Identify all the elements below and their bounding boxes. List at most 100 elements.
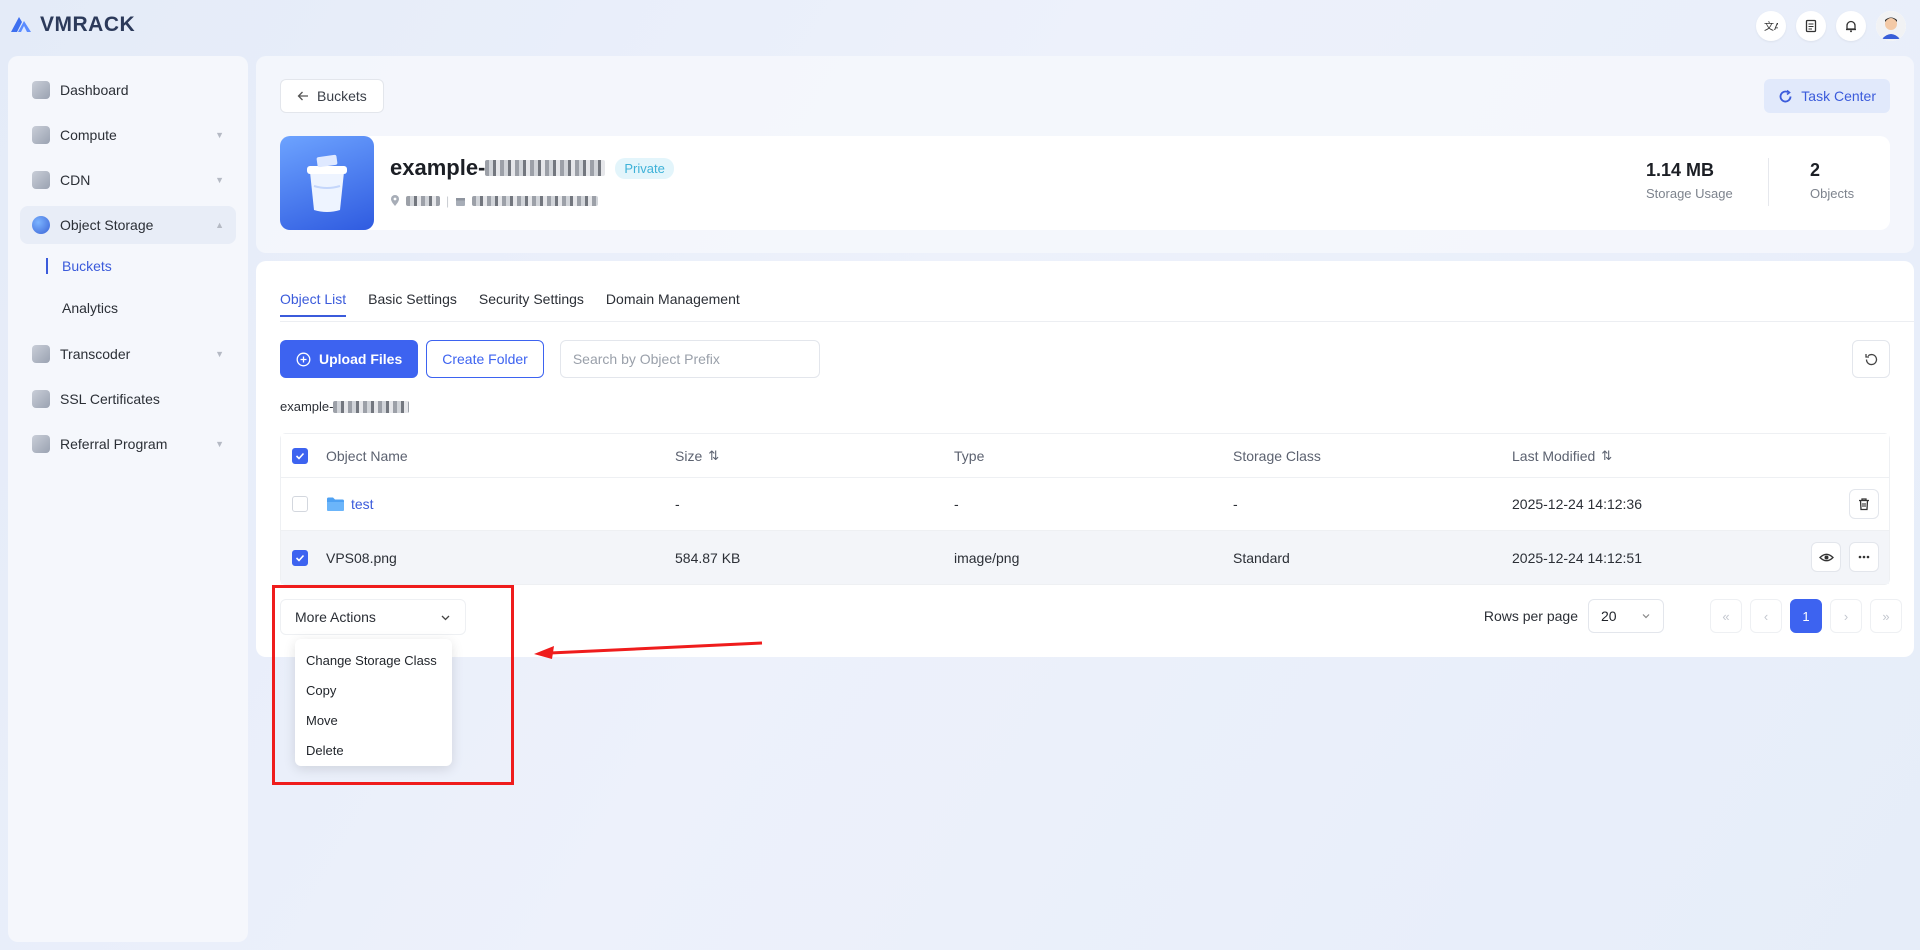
document-icon[interactable]: [1796, 11, 1826, 41]
check-icon: [295, 554, 305, 562]
sidebar-item-referral-program[interactable]: Referral Program ▼: [20, 425, 236, 463]
tabs: Object List Basic Settings Security Sett…: [280, 291, 740, 317]
chevron-down-icon: ▼: [215, 349, 224, 359]
sidebar-item-object-storage[interactable]: Object Storage ▲: [20, 206, 236, 244]
type-cell: image/png: [954, 549, 1020, 566]
delete-row-button[interactable]: [1849, 489, 1879, 519]
row-more-button[interactable]: [1849, 542, 1879, 572]
sort-icon[interactable]: ⇅: [1601, 448, 1612, 464]
sidebar-item-transcoder[interactable]: Transcoder ▼: [20, 335, 236, 373]
chevron-up-icon: ▲: [215, 220, 224, 230]
create-folder-button[interactable]: Create Folder: [426, 340, 544, 378]
first-page-button[interactable]: «: [1710, 599, 1742, 633]
chevron-down-icon: ▼: [215, 439, 224, 449]
sidebar-item-ssl-certificates[interactable]: SSL Certificates: [20, 380, 236, 418]
back-button-label: Buckets: [317, 88, 367, 104]
row-checkbox[interactable]: [292, 549, 308, 566]
column-header-object-name: Object Name: [326, 448, 408, 464]
vmrack-logo-icon: [11, 17, 31, 32]
column-header-storage-class: Storage Class: [1233, 448, 1321, 464]
sort-icon[interactable]: ⇅: [708, 448, 719, 464]
page-button[interactable]: 1: [1790, 599, 1822, 633]
prev-page-button[interactable]: ‹: [1750, 599, 1782, 633]
column-header-type: Type: [954, 448, 984, 464]
last-modified-cell: 2025-12-24 14:12:36: [1512, 496, 1642, 512]
compute-icon: [32, 126, 50, 144]
objects-table: Object Name Size ⇅ Type Storage Class Las…: [280, 433, 1890, 585]
next-page-button[interactable]: ›: [1830, 599, 1862, 633]
storage-class-cell: -: [1233, 496, 1238, 512]
tab-object-list[interactable]: Object List: [280, 291, 347, 317]
svg-text:文A: 文A: [1764, 20, 1778, 33]
chevron-down-icon: [1642, 614, 1650, 619]
sidebar-item-cdn[interactable]: CDN ▼: [20, 161, 236, 199]
storage-usage-stat: 1.14 MB Storage Usage: [1646, 160, 1733, 201]
select-all-checkbox[interactable]: [292, 447, 308, 464]
column-header-last-modified[interactable]: Last Modified ⇅: [1512, 448, 1612, 464]
shield-icon: [32, 390, 50, 408]
sidebar-item-analytics[interactable]: Analytics: [20, 293, 236, 323]
user-avatar[interactable]: [1876, 11, 1906, 41]
objects-label: Objects: [1810, 186, 1855, 201]
object-storage-icon: [32, 216, 50, 234]
column-header-size[interactable]: Size ⇅: [675, 448, 719, 464]
object-name[interactable]: test: [351, 496, 374, 512]
row-checkbox[interactable]: [292, 496, 308, 512]
tab-security-settings[interactable]: Security Settings: [479, 291, 584, 317]
column-label: Last Modified: [1512, 447, 1596, 464]
redacted-path: [333, 400, 410, 413]
trash-icon: [1859, 498, 1869, 511]
size-cell: -: [675, 496, 680, 512]
bucket-info-card: example- Private | 1.14 MB Storage Usage…: [280, 136, 1890, 230]
rows-per-page-label: Rows per page: [1483, 608, 1578, 624]
plus-circle-icon: [296, 352, 311, 366]
breadcrumb-bucket[interactable]: example-: [280, 399, 333, 414]
upload-files-label: Upload Files: [319, 351, 403, 367]
objects-value: 2: [1810, 160, 1821, 180]
back-to-buckets-button[interactable]: Buckets: [280, 79, 384, 113]
transcoder-icon: [32, 345, 50, 363]
last-modified-cell: 2025-12-24 14:12:51: [1512, 549, 1642, 566]
task-center-button[interactable]: Task Center: [1764, 79, 1890, 113]
object-name-cell[interactable]: VPS08.png: [326, 550, 397, 566]
sidebar-item-label: Buckets: [62, 258, 112, 274]
search-input[interactable]: [559, 340, 820, 378]
chevron-down-icon: ▼: [215, 130, 224, 140]
brand-logo[interactable]: VMRACK: [8, 12, 135, 38]
upload-files-button[interactable]: Upload Files: [280, 340, 419, 378]
referral-icon: [32, 435, 50, 453]
redacted-created-date: [472, 196, 599, 206]
objects-stat: 2 Objects: [1810, 160, 1854, 201]
sidebar-item-compute[interactable]: Compute ▼: [20, 116, 236, 154]
storage-class-cell: Standard: [1233, 549, 1290, 566]
tab-domain-management[interactable]: Domain Management: [606, 291, 740, 317]
storage-usage-value: 1.14 MB: [1646, 160, 1715, 180]
column-label: Object Name: [326, 447, 408, 464]
check-icon: [295, 452, 305, 460]
table-row[interactable]: VPS08.png 584.87 KB image/png Standard 2…: [281, 531, 1889, 584]
rows-per-page-select[interactable]: 20: [1588, 599, 1664, 633]
object-name-cell[interactable]: test: [326, 496, 374, 512]
translate-icon[interactable]: 文A: [1756, 11, 1786, 41]
type-cell: -: [954, 496, 959, 512]
eye-icon: [1818, 553, 1834, 561]
bell-icon[interactable]: [1836, 11, 1866, 41]
column-label: Type: [954, 447, 985, 464]
sidebar-item-dashboard[interactable]: Dashboard: [20, 71, 236, 109]
annotation-arrow-icon: [534, 641, 763, 659]
task-center-label: Task Center: [1801, 88, 1876, 104]
sidebar-item-buckets[interactable]: Buckets: [20, 251, 236, 281]
sidebar-item-label: Compute: [60, 127, 117, 143]
preview-button[interactable]: [1811, 542, 1841, 572]
table-header-row: Object Name Size ⇅ Type Storage Class Las…: [281, 434, 1889, 478]
last-page-button[interactable]: »: [1870, 599, 1902, 633]
sidebar-item-label: Referral Program: [60, 436, 168, 452]
brand-name: VMRACK: [40, 13, 136, 36]
meta-divider: |: [446, 194, 450, 208]
tab-basic-settings[interactable]: Basic Settings: [368, 291, 457, 317]
calendar-icon: [456, 197, 466, 206]
table-row[interactable]: test - - - 2025-12-24 14:12:36: [281, 478, 1889, 531]
refresh-button[interactable]: [1852, 340, 1890, 378]
bucket-icon: [280, 136, 374, 230]
cdn-icon: [32, 171, 50, 189]
